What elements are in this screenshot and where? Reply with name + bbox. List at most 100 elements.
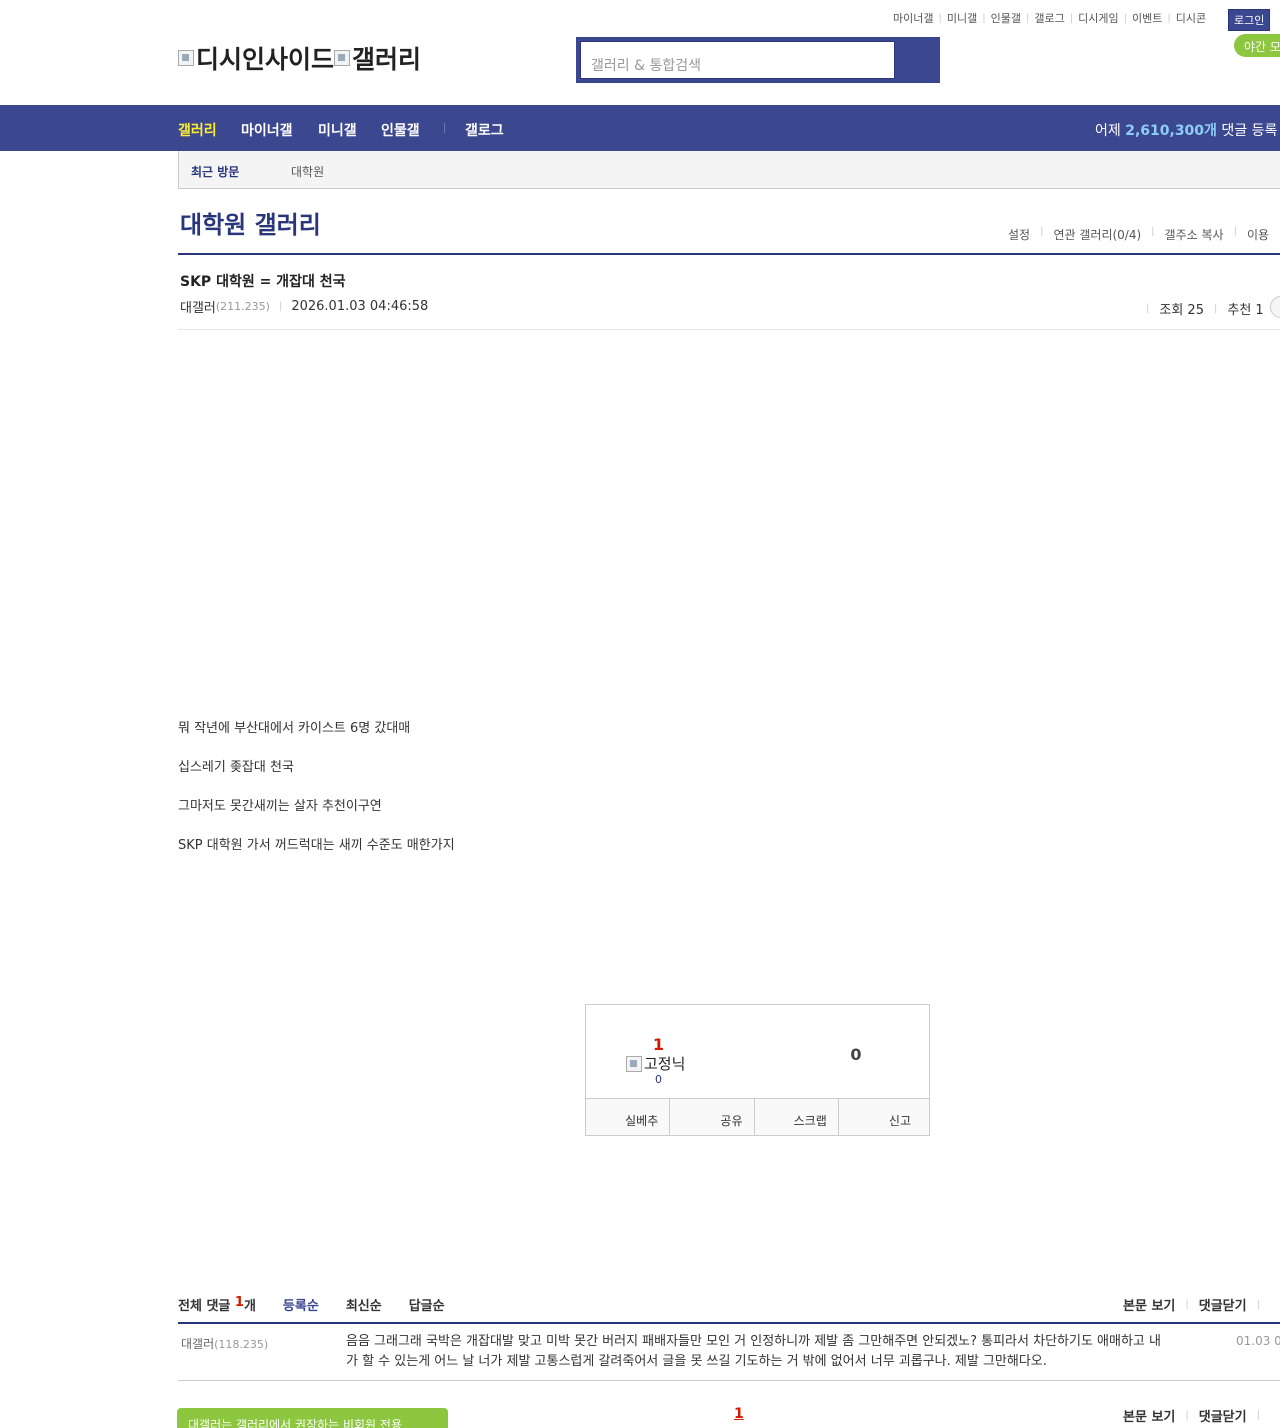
comment-author-ip: (118.235) [214, 1338, 269, 1351]
top-link-mini[interactable]: 미니갤 [947, 10, 977, 26]
post-body-line: 그마저도 못간새끼는 살자 추천이구연 [178, 799, 382, 814]
divider: | [1185, 1410, 1189, 1421]
nav-item-minor[interactable]: 마이너갤 [241, 120, 293, 140]
fixed-nick-count: 0 [655, 1073, 662, 1086]
divider [444, 123, 445, 133]
top-link-dccon[interactable]: 디시콘 [1176, 10, 1206, 26]
broken-image-icon [334, 50, 351, 66]
post-body-line: SKP 대학원 가서 꺼드럭대는 새끼 수준도 매한가지 [178, 838, 455, 853]
recommend-box: 1 고정닉 0 0 실베추 공유 스크랩 신고 [585, 1004, 930, 1136]
night-mode-button[interactable]: 야간 모 [1234, 34, 1280, 57]
nav-item-gallery[interactable]: 갤러리 [178, 120, 217, 140]
best-recommend-button[interactable]: 실베추 [586, 1099, 671, 1135]
report-button[interactable]: 신고 [839, 1099, 929, 1135]
divider: | [1123, 12, 1127, 24]
login-button[interactable]: 로그인 [1228, 9, 1271, 31]
downvote-count: 0 [850, 1045, 862, 1064]
recent-item-grad[interactable]: 대학원 [291, 163, 324, 180]
divider: | [1040, 226, 1044, 237]
divider [178, 253, 1280, 255]
comment-total-label: 전체 댓글 [178, 1299, 231, 1314]
broken-image-icon [178, 50, 194, 66]
view-body-button[interactable]: 본문 보기 [1123, 1406, 1175, 1425]
post-body-line: 뭐 작년에 부산대에서 카이스트 6명 갔대매 [178, 721, 411, 736]
comment-stat-suffix: 댓글 등록 [1221, 123, 1278, 139]
top-links: 마이너갤 | 미니갤 | 인물갤 | 갤로그 | 디시게임 | 이벤트 | 디시콘 [893, 10, 1206, 26]
post-action-buttons: 실베추 공유 스크랩 신고 [586, 1098, 929, 1135]
post-date: 2026.01.03 04:46:58 [291, 299, 429, 314]
sort-registered[interactable]: 등록순 [283, 1295, 319, 1314]
top-link-person[interactable]: 인물갤 [991, 10, 1021, 26]
divider: | [1151, 226, 1155, 237]
close-comments-button[interactable]: 댓글닫기 [1199, 1406, 1247, 1425]
guest-notice: 대갤러는 갤러리에서 권장하는 비회원 전용 [177, 1408, 448, 1428]
logo-gallery-alt: 갤러리 [352, 45, 422, 74]
post-author-ip: (211.235) [215, 300, 270, 313]
recent-title: 최근 방문 [191, 165, 240, 179]
divider: | [1069, 12, 1074, 24]
divider: | [278, 301, 283, 312]
comment-stat-value: 2,610,300개 [1125, 123, 1217, 139]
divider [178, 1322, 1280, 1324]
post-views: 조회 25 [1159, 303, 1204, 318]
nav-item-gallog[interactable]: 갤로그 [465, 120, 504, 140]
post-meta: 대갤러 (211.235) | 2026.01.03 04:46:58 [180, 297, 428, 316]
comment-stat-prefix: 어제 [1095, 123, 1121, 139]
search-button[interactable] [898, 41, 936, 79]
main-nav: 갤러리 마이너갤 미니갤 인물갤 갤로그 어제 2,610,300개 댓글 등록 [0, 105, 1280, 151]
comment-text: 음음 그래그래 국박은 개잡대발 맞고 미박 못간 버러지 패배자들만 모인 거… [346, 1334, 1161, 1369]
divider: | [1256, 1410, 1260, 1421]
usage-link[interactable]: 이용 [1247, 226, 1269, 243]
share-button[interactable]: 공유 [670, 1099, 755, 1135]
post-title: SKP 대학원 = 개잡대 천국 [180, 274, 346, 290]
comment-actions-top: 본문 보기 | 댓글닫기 | [1123, 1295, 1270, 1314]
comment-header: 전체 댓글 1개 등록순 최신순 답글순 [178, 1295, 445, 1314]
fixed-nick-alt: 고정닉 [644, 1055, 686, 1073]
copy-address-link[interactable]: 갤주소 복사 [1165, 226, 1224, 243]
divider: | [1185, 1299, 1189, 1310]
divider: | [1233, 226, 1237, 237]
comment-actions-bottom: 본문 보기 | 댓글닫기 | [1123, 1406, 1270, 1425]
upvote-count: 1 [652, 1035, 665, 1054]
sort-latest[interactable]: 최신순 [346, 1295, 382, 1314]
top-link-event[interactable]: 이벤트 [1132, 10, 1162, 26]
nav-item-mini[interactable]: 미니갤 [318, 120, 357, 140]
divider: | [1025, 12, 1030, 24]
view-body-button[interactable]: 본문 보기 [1123, 1295, 1175, 1314]
sort-replies[interactable]: 답글순 [409, 1295, 445, 1314]
comment-date: 01.03 05 [1236, 1334, 1280, 1348]
post-recommend: 추천 1 [1227, 303, 1264, 318]
comment-total-count: 1 [234, 1295, 244, 1310]
post-author[interactable]: 대갤러 [180, 297, 216, 316]
nav-item-person[interactable]: 인물갤 [381, 120, 420, 140]
fixed-nick-upvote-button[interactable]: 고정닉 [626, 1053, 685, 1074]
divider: | [1146, 303, 1150, 314]
divider [178, 1380, 1280, 1381]
divider: | [1256, 1299, 1260, 1310]
comment-stat: 어제 2,610,300개 댓글 등록 [1095, 120, 1277, 140]
search-input[interactable]: 갤러리 & 통합검색 [580, 41, 895, 79]
gallery-menu: 설정 | 연관 갤러리(0/4) | 갤주소 복사 | 이용 [1008, 226, 1269, 243]
settings-link[interactable]: 설정 [1008, 226, 1030, 243]
search-box: 갤러리 & 통합검색 [576, 37, 940, 83]
post-body-line: 십스레기 좆잡대 천국 [178, 760, 294, 775]
comment-page-number[interactable]: 1 [734, 1406, 744, 1422]
divider: | [982, 12, 986, 24]
related-gallery-link[interactable]: 연관 갤러리(0/4) [1053, 226, 1141, 243]
comment-total-unit: 개 [243, 1299, 256, 1314]
top-link-minor[interactable]: 마이너갤 [893, 10, 933, 26]
comment-author: 대갤러 [181, 1337, 215, 1351]
site-logo[interactable]: 디시인사이드 갤러리 [178, 40, 421, 76]
scrap-button[interactable]: 스크랩 [755, 1099, 839, 1135]
recent-visits: 최근 방문 대학원 [178, 151, 1280, 189]
divider [178, 329, 1280, 330]
top-link-game[interactable]: 디시게임 [1078, 10, 1118, 26]
gallery-title[interactable]: 대학원 갤러리 [180, 205, 321, 240]
top-link-gallog[interactable]: 갤로그 [1034, 10, 1064, 26]
broken-image-icon [626, 1055, 642, 1072]
post-stats: | 조회 25 | 추천 1 | [1136, 299, 1280, 318]
comment-nick[interactable]: 대갤러(118.235) [181, 1335, 268, 1352]
close-comments-button[interactable]: 댓글닫기 [1199, 1295, 1247, 1314]
divider: | [1213, 303, 1218, 314]
search-placeholder: 갤러리 & 통합검색 [591, 58, 701, 74]
